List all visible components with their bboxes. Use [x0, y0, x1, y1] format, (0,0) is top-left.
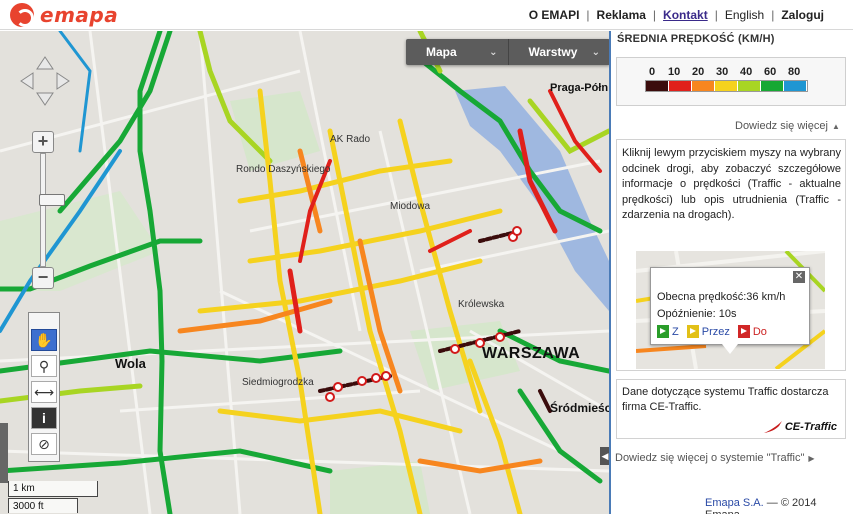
legend-swatch: [692, 81, 715, 91]
route-via-label: Przez: [701, 325, 730, 338]
close-icon[interactable]: ✕: [793, 271, 805, 283]
route-to-label: Do: [752, 325, 767, 338]
more-info-label: Dowiedz się więcej: [735, 120, 828, 132]
chevron-down-icon: ⌄: [489, 46, 498, 58]
legend-label: 80: [788, 66, 801, 78]
label-warszawa: WARSZAWA: [482, 345, 581, 362]
street-label: Rondo Daszyńskiego: [236, 164, 331, 175]
nav-reklama[interactable]: Reklama: [590, 8, 653, 22]
data-source-box: Dane dotyczące systemu Traffic dostarcza…: [616, 379, 846, 439]
zoom-out-button[interactable]: −: [32, 267, 54, 289]
speed-legend: 0 10 20 30 40 60 80: [616, 57, 846, 106]
popup-delay: Opóźnienie: 10s: [657, 308, 737, 320]
legend-label: 30: [716, 66, 729, 78]
map-layer-switch: Mapa ⌄ Warstwy ⌄: [406, 39, 609, 65]
info-tool-icon[interactable]: i: [31, 407, 57, 429]
zoom-area-tool-icon[interactable]: ⚲: [31, 355, 57, 377]
top-nav: O EMAPI | Reklama | Kontakt | English | …: [522, 8, 831, 22]
legend-swatch: [646, 81, 669, 91]
pan-up-icon[interactable]: [36, 56, 54, 70]
legend-label: 60: [764, 66, 777, 78]
data-source-text: Dane dotyczące systemu Traffic dostarcza…: [622, 386, 829, 413]
legend-label: 20: [692, 66, 705, 78]
map-type-label: Mapa: [426, 45, 457, 59]
legend-swatch: [761, 81, 784, 91]
layers-label: Warstwy: [528, 45, 578, 59]
map-type-dropdown[interactable]: Mapa ⌄: [406, 39, 509, 65]
traffic-side-panel: ŚREDNIA PRĘDKOŚĆ (KM/H) 0 10 20 30 40 60…: [609, 31, 853, 514]
footer-brand-link[interactable]: Emapa S.A.: [705, 497, 764, 509]
segment-info-popup: ✕ Obecna prędkość:36 km/h Opóźnienie: 10…: [650, 267, 810, 345]
footer-copyright: Emapa S.A. — © 2014 Emapa: [705, 497, 853, 514]
scale-imperial: 3000 ft: [8, 498, 78, 513]
legend-labels: 0 10 20 30 40 60 80: [645, 66, 835, 80]
scale-metric: 1 km: [8, 481, 98, 497]
pan-right-icon[interactable]: [56, 72, 70, 90]
red-flag-icon: [737, 325, 750, 338]
emapa-logo-mark: [10, 3, 34, 27]
legend-label: 40: [740, 66, 753, 78]
legend-swatch: [669, 81, 692, 91]
popup-route-links: Z Przez Do: [657, 325, 775, 338]
emapa-logo[interactable]: emapa: [10, 3, 118, 27]
pan-left-icon[interactable]: [20, 72, 34, 90]
ce-traffic-swoosh-icon: [763, 421, 782, 433]
legend-swatches: [645, 80, 808, 92]
collapse-panel-arrow-icon[interactable]: ◀: [600, 447, 609, 465]
nav-kontakt[interactable]: Kontakt: [656, 8, 715, 22]
info-box: Kliknij lewym przyciskiem myszy na wybra…: [616, 139, 846, 371]
map-toolbar: ✋ ⚲ ⟷ i ⊘: [28, 312, 60, 462]
logo-text: emapa: [40, 3, 119, 27]
legend-swatch: [784, 81, 807, 91]
zoom-slider-handle[interactable]: [39, 194, 65, 206]
zoom-slider[interactable]: [39, 153, 65, 267]
pan-down-icon[interactable]: [36, 92, 54, 106]
label-praga: Praga-Półn: [550, 82, 609, 94]
triangle-right-icon: ▶: [808, 454, 815, 463]
triangle-up-icon: ▲: [831, 122, 840, 131]
yellow-flag-icon: [686, 325, 699, 338]
chevron-down-icon: ⌄: [591, 46, 600, 58]
instructions-text: Kliknij lewym przyciskiem myszy na wybra…: [622, 147, 841, 221]
traffic-map[interactable]: Wola WARSZAWA Śródmieście Praga-Półn Ron…: [0, 31, 609, 514]
route-via-link[interactable]: Przez: [686, 325, 730, 338]
legend-swatch: [738, 81, 761, 91]
route-from-link[interactable]: Z: [657, 325, 679, 338]
map-canvas[interactable]: [0, 31, 609, 514]
measure-tool-icon[interactable]: ⟷: [31, 381, 57, 403]
popup-preview-image: ✕ Obecna prędkość:36 km/h Opóźnienie: 10…: [636, 251, 825, 369]
clear-tool-icon[interactable]: ⊘: [31, 433, 57, 455]
more-about-traffic-link[interactable]: Dowiedz się więcej o systemie "Traffic" ▶: [615, 452, 815, 464]
more-info-link[interactable]: Dowiedz się więcej ▲: [735, 120, 840, 132]
popup-tail: [722, 344, 738, 354]
route-from-label: Z: [672, 325, 679, 338]
legend-label: 0: [649, 66, 656, 78]
route-to-link[interactable]: Do: [737, 325, 767, 338]
zoom-in-button[interactable]: +: [32, 131, 54, 153]
panel-title: ŚREDNIA PRĘDKOŚĆ (KM/H): [617, 33, 775, 45]
nav-zaloguj[interactable]: Zaloguj: [774, 8, 831, 22]
label-srodmiescie: Śródmieście: [550, 401, 609, 415]
green-flag-icon: [657, 325, 669, 338]
ce-traffic-logo-text: CE-Traffic: [784, 421, 837, 433]
top-header: emapa O EMAPI | Reklama | Kontakt | Engl…: [0, 0, 853, 30]
popup-speed: Obecna prędkość:36 km/h: [657, 291, 786, 303]
layers-dropdown[interactable]: Warstwy ⌄: [509, 39, 610, 65]
pan-control[interactable]: [19, 55, 71, 107]
street-label: AK Rado: [330, 134, 371, 145]
label-wola: Wola: [115, 356, 146, 371]
legend-swatch: [715, 81, 738, 91]
legend-label: 10: [668, 66, 681, 78]
map-left-handle[interactable]: [0, 423, 8, 483]
zoom-control: + −: [32, 131, 65, 289]
street-label: Królewska: [458, 299, 505, 310]
street-label: Siedmiogrodzka: [242, 377, 314, 388]
ce-traffic-logo: CE-Traffic: [763, 420, 837, 434]
nav-o-emapi[interactable]: O EMAPI: [522, 8, 587, 22]
hand-tool-icon[interactable]: ✋: [31, 329, 57, 351]
more-about-traffic-label: Dowiedz się więcej o systemie "Traffic": [615, 452, 805, 464]
nav-english[interactable]: English: [718, 8, 771, 22]
map-scale: 1 km 3000 ft: [8, 481, 98, 514]
street-label: Miodowa: [390, 201, 431, 212]
